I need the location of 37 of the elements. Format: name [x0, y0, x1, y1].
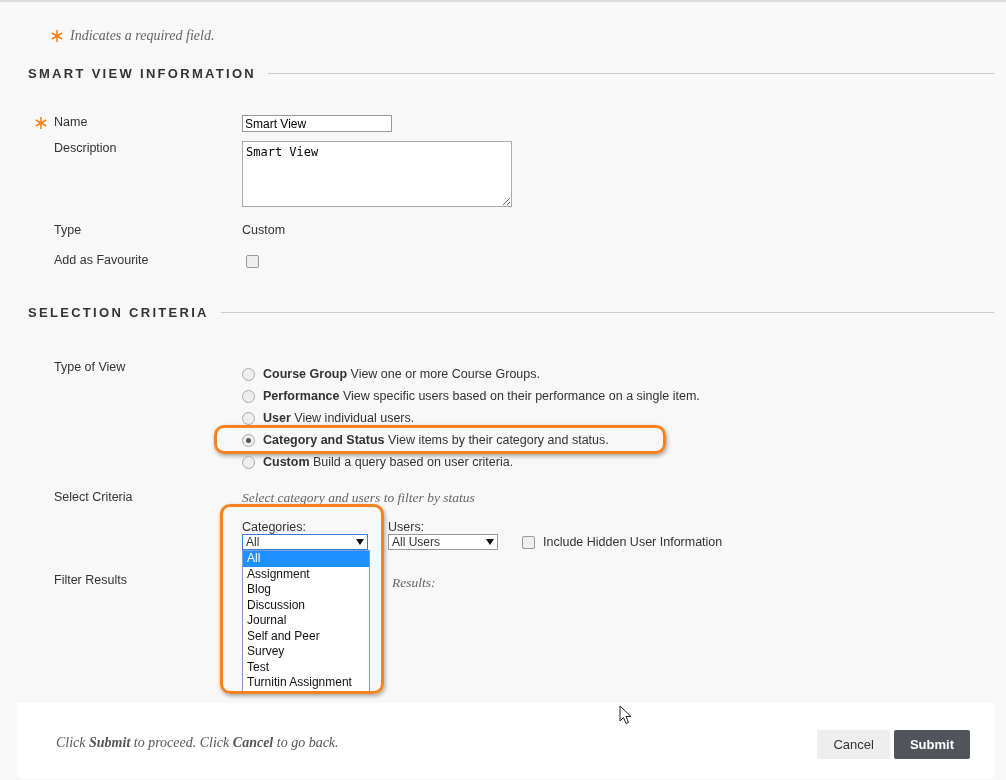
- favourite-checkbox[interactable]: [246, 255, 259, 268]
- field-label: Type: [54, 223, 82, 237]
- field-label: Name: [54, 115, 88, 129]
- asterisk-icon: [50, 29, 64, 43]
- radio-button[interactable]: [242, 412, 255, 425]
- field-label: Description: [54, 141, 117, 155]
- radio-label: Performance View specific users based on their performance on a single item.: [263, 388, 700, 403]
- section-title: SMART VIEW INFORMATION: [28, 66, 256, 81]
- field-label: Filter Results: [54, 573, 127, 587]
- users-label: Users:: [388, 520, 426, 534]
- caret-icon: [356, 539, 364, 545]
- categories-select[interactable]: All: [242, 534, 368, 550]
- checkbox-label: Include Hidden User Information: [543, 535, 723, 549]
- description-textarea[interactable]: Smart View: [242, 141, 512, 207]
- footer-instructions: Click Submit to proceed. Click Cancel to go back.: [56, 735, 339, 751]
- field-label: Type of View: [54, 360, 126, 374]
- radio-label: Category and Status View items by their category and status.: [263, 432, 609, 447]
- radio-button[interactable]: [242, 434, 255, 447]
- radio-label: Course Group View one or more Course Groups.: [263, 366, 540, 381]
- filter-hint: Results:: [392, 575, 436, 590]
- required-note: Indicates a required field.: [70, 28, 215, 44]
- radio-button[interactable]: [242, 368, 255, 381]
- field-label: Add as Favourite: [54, 253, 149, 267]
- submit-button[interactable]: Submit: [893, 730, 970, 759]
- field-label: Select Criteria: [54, 490, 133, 504]
- type-value: Custom: [242, 223, 287, 239]
- radio-button[interactable]: [242, 456, 255, 469]
- hidden-info-checkbox[interactable]: [522, 535, 535, 549]
- name-input[interactable]: Smart View: [242, 115, 392, 132]
- cancel-button[interactable]: Cancel: [817, 730, 890, 759]
- radio-label: Custom Build a query based on user criteria.: [263, 454, 514, 469]
- radio-label: User View individual users.: [263, 410, 415, 425]
- categories-label: Categories:: [242, 520, 307, 534]
- section-title: SELECTION CRITERIA: [28, 305, 209, 320]
- caret-icon: [486, 539, 494, 545]
- radio-button[interactable]: [242, 390, 255, 403]
- users-select[interactable]: All Users: [388, 534, 498, 550]
